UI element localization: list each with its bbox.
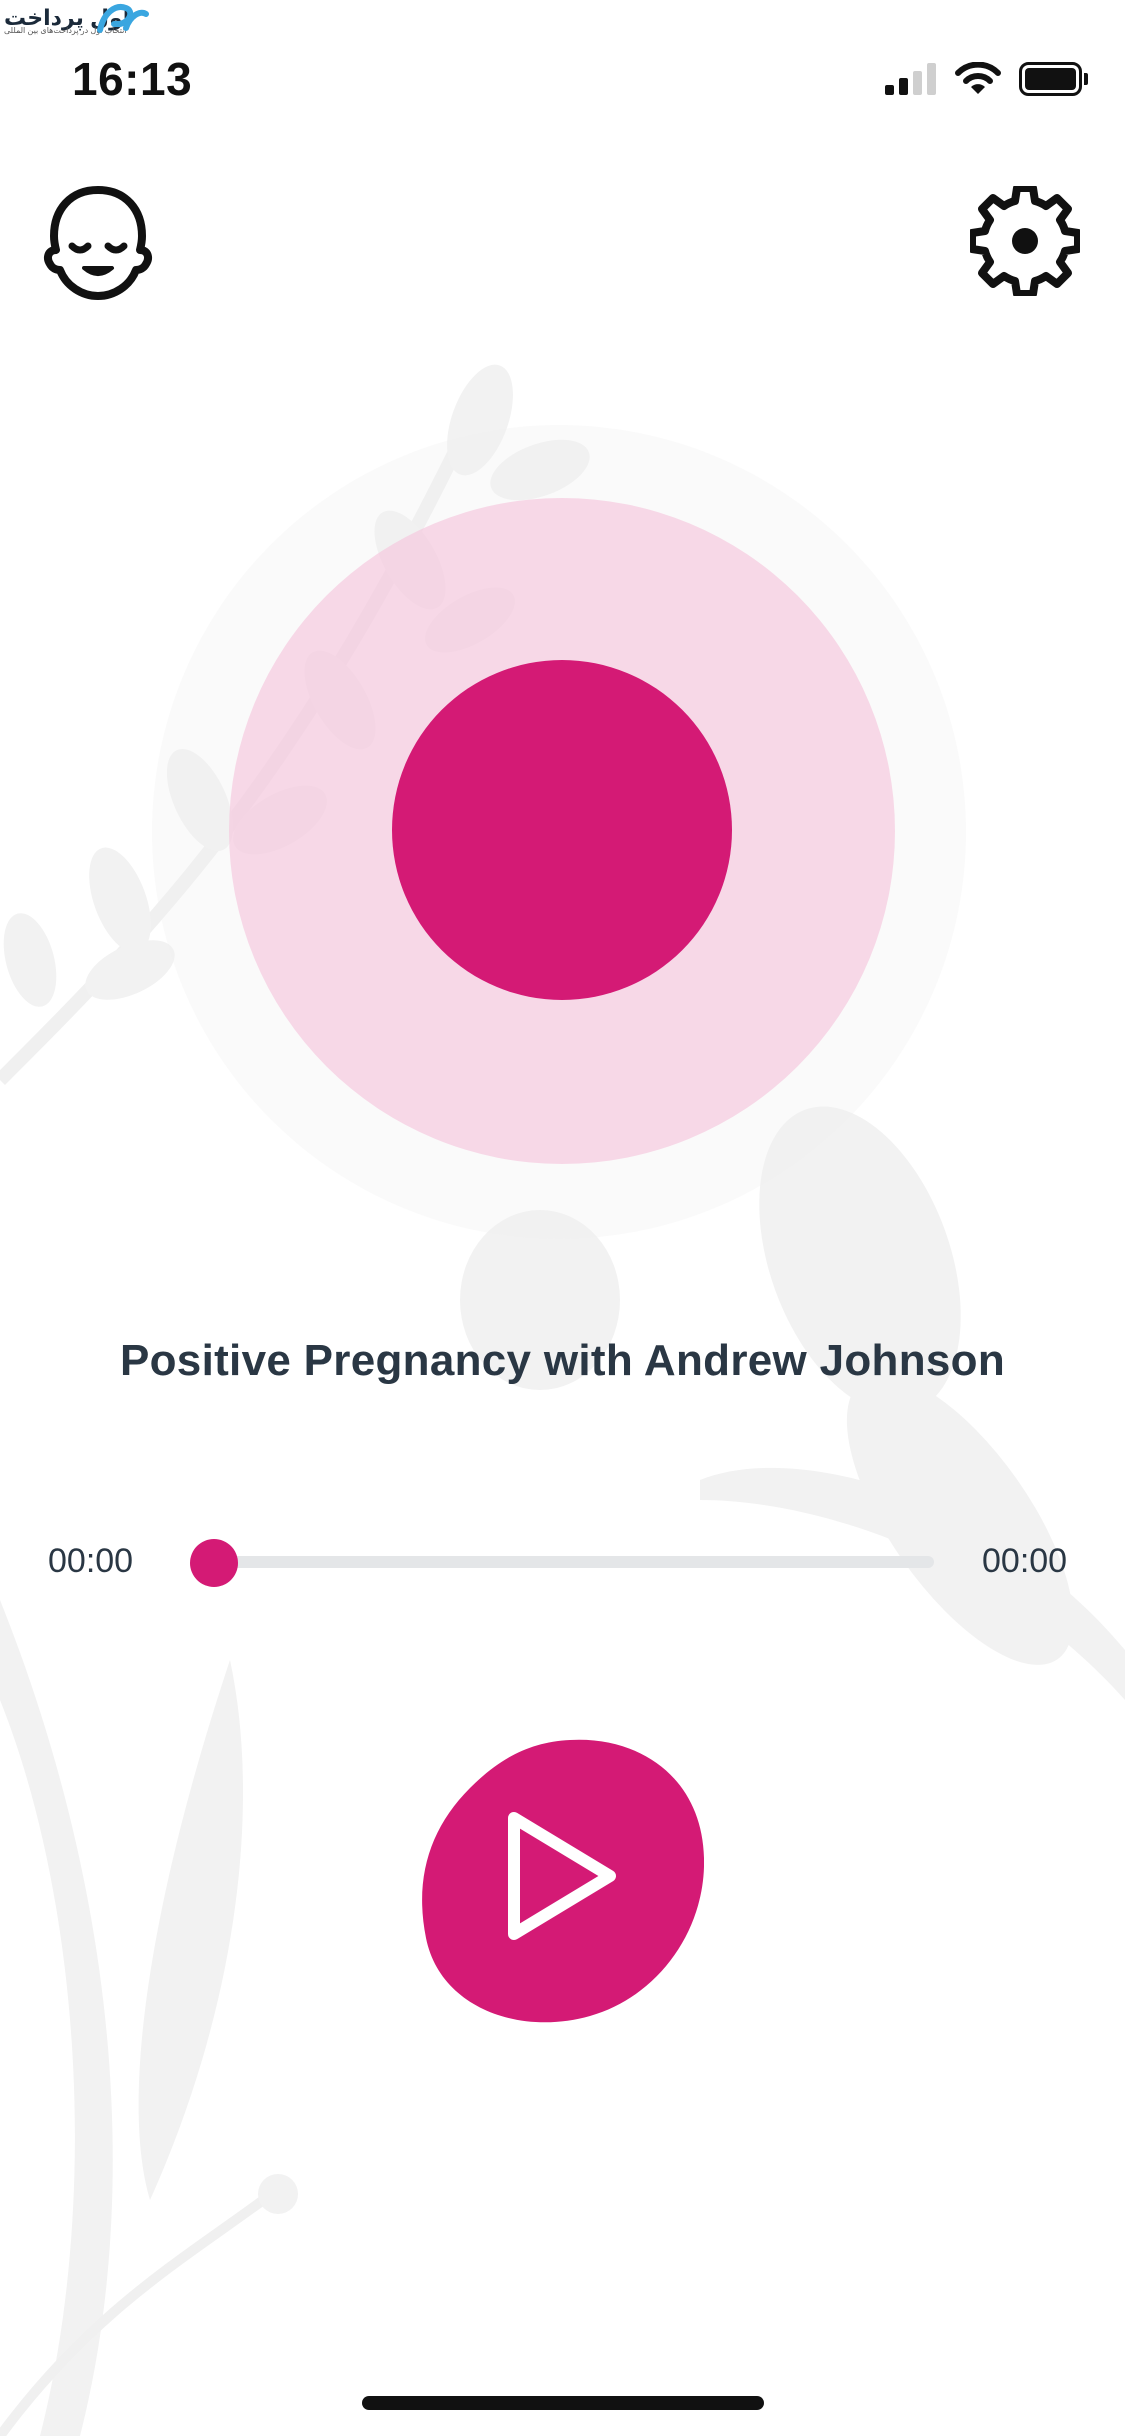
progress-slider-track[interactable]	[214, 1556, 934, 1568]
breathing-inner-circle	[392, 660, 732, 1000]
progress-slider-thumb[interactable]	[190, 1539, 238, 1587]
signal-bars-icon	[885, 63, 936, 95]
status-icons	[885, 62, 1089, 96]
track-title: Positive Pregnancy with Andrew Johnson	[119, 1336, 1006, 1385]
battery-icon	[1019, 62, 1088, 96]
wifi-icon	[955, 62, 1001, 94]
play-icon	[422, 1739, 705, 2023]
play-button[interactable]	[420, 1738, 705, 2024]
audio-player-screen: اول پرداخت انتخاب اول در پرداخت‌های بین …	[0, 0, 1125, 2436]
status-time: 16:13	[72, 53, 193, 105]
home-indicator	[362, 2396, 764, 2410]
gear-icon	[968, 184, 1082, 298]
meditating-face-button[interactable]	[42, 184, 154, 302]
elapsed-time: 00:00	[48, 1542, 134, 1580]
total-duration: 00:00	[982, 1542, 1068, 1580]
watermark-logo: اول پرداخت انتخاب اول در پرداخت‌های بین …	[0, 0, 152, 36]
settings-button[interactable]	[968, 184, 1082, 298]
meditating-face-icon	[44, 186, 152, 300]
logo-mark-icon	[97, 4, 149, 33]
